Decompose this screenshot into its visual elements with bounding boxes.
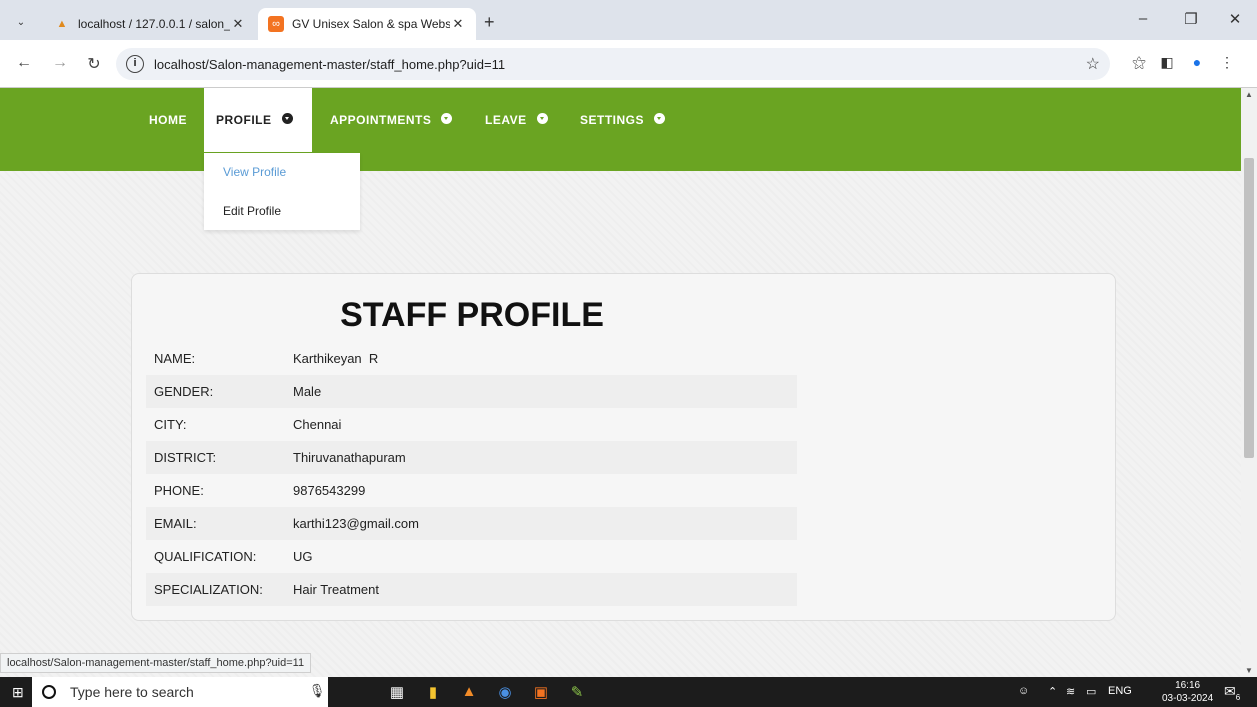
windows-start-icon[interactable]: ⊞: [12, 684, 24, 701]
nav-profile[interactable]: PROFILE: [204, 88, 312, 152]
profile-field-value: Karthikeyan R: [293, 351, 379, 366]
vlc-icon[interactable]: ▲: [458, 683, 480, 700]
reload-icon[interactable]: ↻: [84, 54, 104, 74]
people-icon[interactable]: ☺: [1018, 685, 1029, 697]
new-tab-plus-icon[interactable]: +: [484, 12, 495, 33]
profile-field-label: QUALIFICATION:: [154, 549, 257, 564]
search-placeholder: Type here to search: [70, 684, 194, 700]
profile-row: PHONE: 9876543299: [146, 474, 797, 507]
microphone-icon[interactable]: 🎙: [306, 683, 328, 699]
chevron-down-icon: [654, 112, 666, 124]
profile-row: SPECIALIZATION: Hair Treatment: [146, 573, 797, 606]
forward-arrow-icon[interactable]: →: [50, 54, 70, 72]
phpmyadmin-icon: ▲: [56, 18, 68, 30]
xampp-icon[interactable]: ▣: [530, 683, 552, 701]
browser-toolbar: ← → ↻ i localhost/Salon-management-maste…: [0, 40, 1257, 88]
profile-field-label: DISTRICT:: [154, 450, 217, 465]
profile-field-label: NAME:: [154, 351, 196, 366]
browser-tab-phpmyadmin[interactable]: ▲ localhost / 127.0.0.1 / salon_ma ✕: [44, 8, 256, 40]
battery-icon[interactable]: ▭: [1086, 685, 1096, 698]
profile-field-value: UG: [293, 549, 313, 564]
profile-field-value: karthi123@gmail.com: [293, 516, 419, 531]
chrome-icon[interactable]: ◉: [494, 683, 516, 701]
profile-field-label: CITY:: [154, 417, 187, 432]
status-bar-url: localhost/Salon-management-master/staff_…: [0, 653, 312, 673]
windows-taskbar: ⊞ Type here to search 🎙 ▦ ▮ ▲ ◉ ▣ ✎ ☺ ⌃ …: [0, 677, 1257, 707]
close-window-icon[interactable]: ✕: [1220, 10, 1250, 28]
notification-icon[interactable]: ✉6: [1224, 683, 1240, 702]
profile-row: QUALIFICATION: UG: [146, 540, 797, 573]
tab-search-chevron-icon[interactable]: ⌄: [10, 12, 32, 34]
profile-field-label: EMAIL:: [154, 516, 197, 531]
nav-settings-label: SETTINGS: [580, 113, 645, 127]
restore-icon[interactable]: ❐: [1176, 10, 1206, 28]
site-info-icon[interactable]: i: [126, 55, 144, 73]
profile-field-value: Chennai: [293, 417, 342, 432]
side-panel-icon[interactable]: ◧: [1156, 54, 1178, 71]
tab-close-icon[interactable]: ✕: [450, 16, 466, 32]
site-navbar: HOME PROFILE APPOINTMENTS LEAVE SETTINGS: [0, 88, 1241, 171]
profile-row: NAME: Karthikeyan R: [146, 342, 797, 375]
web-page: HOME PROFILE APPOINTMENTS LEAVE SETTINGS…: [0, 88, 1241, 677]
tab-close-icon[interactable]: ✕: [230, 16, 246, 32]
nav-home[interactable]: HOME: [149, 88, 187, 152]
profile-dropdown-menu: View Profile Edit Profile: [204, 153, 360, 230]
chevron-down-icon: [536, 112, 548, 124]
address-url: localhost/Salon-management-master/staff_…: [154, 56, 506, 72]
profile-row: DISTRICT: Thiruvanathapuram: [146, 441, 797, 474]
bookmark-star-icon[interactable]: ☆: [1086, 54, 1100, 74]
profile-field-value: Hair Treatment: [293, 582, 379, 597]
profile-field-value: Thiruvanathapuram: [293, 450, 406, 465]
notepad-icon[interactable]: ✎: [566, 683, 588, 701]
page-title: STAFF PROFILE: [340, 296, 604, 334]
nav-profile-label: PROFILE: [216, 113, 272, 127]
task-view-icon[interactable]: ▦: [386, 683, 408, 701]
scrollbar-thumb[interactable]: [1244, 158, 1254, 458]
profile-field-label: SPECIALIZATION:: [154, 582, 263, 597]
address-bar[interactable]: i localhost/Salon-management-master/staf…: [116, 48, 1110, 80]
tab-title: GV Unisex Salon & spa Website: [292, 17, 450, 31]
profile-row: GENDER: Male: [146, 375, 797, 408]
clock-date: 03-03-2024: [1162, 693, 1214, 704]
profile-field-label: PHONE:: [154, 483, 204, 498]
dropdown-edit-profile[interactable]: Edit Profile: [223, 204, 281, 218]
profile-field-label: GENDER:: [154, 384, 214, 399]
nav-home-label: HOME: [149, 113, 187, 127]
cortana-circle-icon: [42, 685, 56, 699]
profile-row: EMAIL: karthi123@gmail.com: [146, 507, 797, 540]
clock-time: 16:16: [1175, 680, 1201, 691]
dropdown-view-profile[interactable]: View Profile: [223, 165, 286, 179]
menu-kebab-icon[interactable]: ⋮: [1216, 54, 1238, 71]
browser-tab-salon[interactable]: ∞ GV Unisex Salon & spa Website ✕: [258, 8, 476, 40]
profile-avatar-icon[interactable]: ●: [1186, 54, 1208, 70]
nav-settings[interactable]: SETTINGS: [580, 88, 666, 152]
extensions-icon[interactable]: ⚝: [1128, 54, 1150, 71]
scroll-down-arrow-icon[interactable]: ▼: [1245, 666, 1253, 675]
nav-leave[interactable]: LEAVE: [485, 88, 548, 152]
system-clock[interactable]: 16:16 03-03-2024: [1162, 679, 1213, 705]
chevron-down-icon: [441, 112, 453, 124]
notification-count: 6: [1235, 692, 1241, 702]
profile-field-value: 9876543299: [293, 483, 366, 498]
file-explorer-icon[interactable]: ▮: [422, 683, 444, 701]
nav-leave-label: LEAVE: [485, 113, 527, 127]
profile-row: CITY: Chennai: [146, 408, 797, 441]
language-indicator[interactable]: ENG: [1108, 685, 1132, 697]
nav-appointments[interactable]: APPOINTMENTS: [330, 88, 453, 152]
xampp-icon: ∞: [268, 16, 284, 32]
back-arrow-icon[interactable]: ←: [14, 54, 34, 72]
staff-profile-card: STAFF PROFILE NAME: Karthikeyan R GENDER: M…: [131, 273, 1116, 621]
nav-appointments-label: APPOINTMENTS: [330, 113, 432, 127]
browser-tab-strip: ⌄ ▲ localhost / 127.0.0.1 / salon_ma ✕ ∞…: [0, 0, 1257, 40]
wifi-icon[interactable]: ≋: [1066, 685, 1075, 698]
tab-title: localhost / 127.0.0.1 / salon_ma: [78, 17, 230, 31]
minimize-icon[interactable]: –: [1128, 10, 1158, 27]
scroll-up-arrow-icon[interactable]: ▲: [1245, 90, 1253, 99]
taskbar-search-input[interactable]: Type here to search: [32, 677, 328, 707]
chevron-down-icon: [281, 112, 293, 124]
page-scrollbar[interactable]: ▲ ▼: [1241, 88, 1257, 677]
tray-chevron-up-icon[interactable]: ⌃: [1048, 685, 1057, 698]
profile-field-value: Male: [293, 384, 322, 399]
